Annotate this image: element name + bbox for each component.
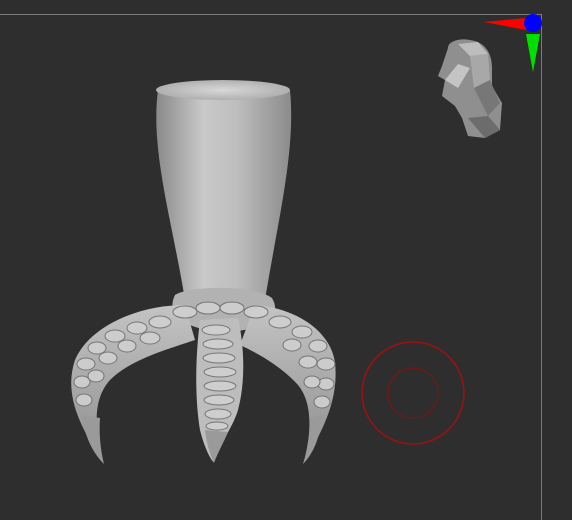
brush-cursor xyxy=(361,341,465,445)
axis-y-arrow-icon[interactable] xyxy=(526,34,540,72)
brush-outer-radius-icon xyxy=(361,341,465,445)
gizmo-head-icon xyxy=(438,39,502,138)
axis-z-dot-icon[interactable] xyxy=(524,14,542,32)
orientation-gizmo[interactable] xyxy=(430,8,550,148)
sculpt-viewport[interactable] xyxy=(0,0,572,520)
axis-x-arrow-icon[interactable] xyxy=(484,18,526,30)
brush-inner-radius-icon xyxy=(387,367,439,419)
